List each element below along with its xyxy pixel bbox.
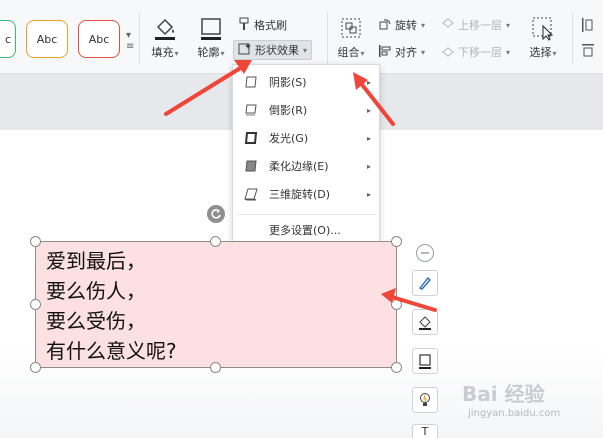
resize-handle-bottom-right[interactable] (391, 362, 402, 373)
align-button[interactable]: 对齐 ▾ (378, 42, 425, 62)
divider (572, 12, 573, 64)
pen-icon (418, 276, 431, 290)
menu-item-shadow[interactable]: 阴影(S) ▸ (233, 69, 379, 95)
send-backward-button[interactable]: 下移一层 ▾ (441, 42, 510, 62)
group-icon (338, 14, 364, 42)
lightbulb-icon (420, 393, 430, 406)
send-backward-icon (441, 44, 455, 61)
align-distribute-icon[interactable] (580, 16, 596, 68)
rotate-arrow-icon (211, 209, 221, 219)
ribbon-toolbar: c Abc Abc ▾ ≡ 填充▾ 轮廓▾ 格式刷 形状效果 ▾ 组合▾ 旋转 … (0, 0, 603, 74)
watermark: Bai 经验 jingyan.baidu.com (462, 382, 561, 419)
fill-bucket-icon (152, 14, 178, 42)
menu-item-more-settings[interactable]: 更多设置(O)... (233, 217, 379, 243)
quick-tips-button[interactable] (412, 387, 438, 413)
text-tool-button[interactable]: T (412, 424, 438, 438)
outline-button[interactable]: 轮廓▾ (188, 14, 234, 66)
resize-handle-top[interactable] (210, 236, 221, 247)
text-shape[interactable]: 爱到最后， 要么伤人， 要么受伤， 有什么意义呢? (35, 241, 397, 368)
divider (139, 12, 140, 64)
chevron-right-icon: ▸ (366, 161, 371, 171)
collapse-toolbar-button[interactable]: − (416, 244, 434, 262)
quick-outline-button[interactable] (412, 348, 438, 374)
bring-forward-button[interactable]: 上移一层 ▾ (441, 15, 510, 35)
menu-item-3d-rotation[interactable]: 三维旋转(D) ▸ (233, 181, 379, 207)
soft-edge-icon (245, 160, 257, 172)
shape-effects-icon (238, 42, 252, 59)
resize-handle-bottom-left[interactable] (30, 362, 41, 373)
outline-icon (419, 354, 431, 369)
shape-style-swatch-3[interactable]: Abc (78, 20, 120, 58)
quick-fill-button[interactable] (412, 309, 438, 335)
shape-effects-button[interactable]: 形状效果 ▾ (233, 40, 313, 60)
reflection-icon (245, 104, 257, 116)
select-button[interactable]: 选择▾ (520, 14, 566, 66)
more-styles-icon[interactable]: ▾ ≡ (126, 30, 134, 52)
text-icon: T (421, 425, 429, 438)
chevron-right-icon: ▸ (366, 77, 371, 87)
rotate-button[interactable]: 旋转 ▾ (378, 15, 425, 35)
chevron-right-icon: ▸ (366, 133, 371, 143)
shape-style-swatch-2[interactable]: Abc (26, 20, 68, 58)
format-painter-button[interactable]: 格式刷 (237, 15, 287, 35)
rotate-handle[interactable] (207, 205, 225, 223)
select-cursor-icon (530, 14, 556, 42)
menu-divider (237, 214, 375, 215)
format-painter-icon (237, 17, 251, 34)
resize-handle-bottom[interactable] (210, 362, 221, 373)
shape-text[interactable]: 爱到最后， 要么伤人， 要么受伤， 有什么意义呢? (46, 246, 177, 366)
rotate-icon (378, 17, 392, 34)
fill-bucket-icon (419, 316, 431, 330)
menu-item-reflection[interactable]: 倒影(R) ▸ (233, 97, 379, 123)
quick-style-button[interactable] (412, 270, 438, 296)
resize-handle-left[interactable] (30, 299, 41, 310)
outline-icon (198, 14, 224, 42)
glow-icon (244, 132, 258, 144)
shadow-icon (245, 76, 257, 88)
resize-handle-top-right[interactable] (391, 236, 402, 247)
bring-forward-icon (441, 17, 455, 34)
align-icon (378, 44, 392, 61)
group-button[interactable]: 组合▾ (328, 14, 374, 66)
menu-item-soft-edge[interactable]: 柔化边缘(E) ▸ (233, 153, 379, 179)
3d-rotation-icon (244, 188, 258, 201)
resize-handle-top-left[interactable] (30, 236, 41, 247)
chevron-down-icon: ▾ (303, 45, 308, 55)
chevron-right-icon: ▸ (366, 105, 371, 115)
minus-icon: − (419, 245, 431, 261)
shape-style-swatch-1[interactable]: c (0, 20, 16, 58)
menu-item-glow[interactable]: 发光(G) ▸ (233, 125, 379, 151)
chevron-right-icon: ▸ (366, 189, 371, 199)
shape-effects-menu: 阴影(S) ▸ 倒影(R) ▸ 发光(G) ▸ 柔化边缘(E) ▸ 三维旋转(D… (232, 64, 380, 243)
resize-handle-right[interactable] (391, 299, 402, 310)
fill-button[interactable]: 填充▾ (142, 14, 188, 66)
